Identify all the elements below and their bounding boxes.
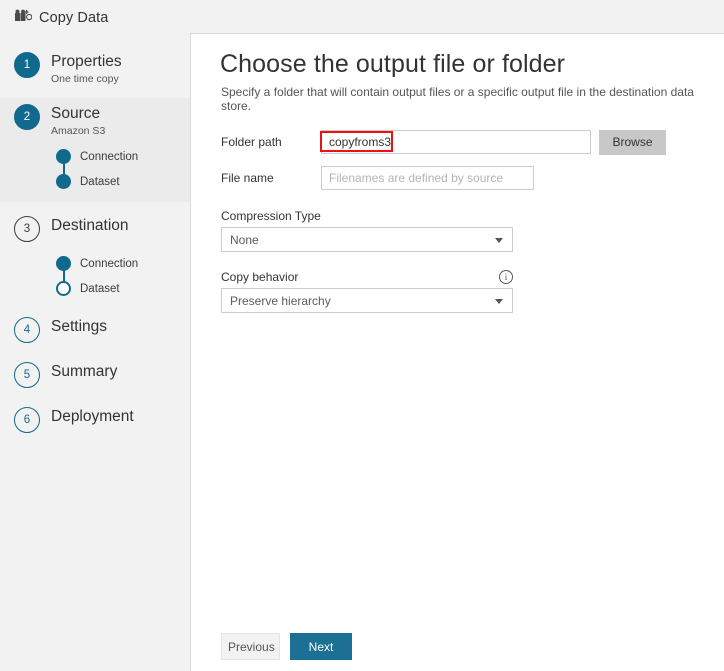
next-button[interactable]: Next: [290, 633, 352, 660]
substep-label: Connection: [80, 258, 138, 270]
substep-dot: [56, 174, 71, 189]
compression-type-label: Compression Type: [221, 209, 321, 223]
browse-button[interactable]: Browse: [599, 130, 666, 155]
substep-label: Dataset: [80, 283, 120, 295]
step-header[interactable]: 4 Settings: [14, 311, 190, 346]
file-name-label: File name: [221, 171, 321, 185]
sidebar-step-settings[interactable]: 4 Settings: [0, 311, 190, 346]
step-header[interactable]: 5 Summary: [14, 356, 190, 391]
compression-type-select[interactable]: None: [221, 227, 513, 252]
step-label: Source: [51, 104, 105, 124]
chevron-down-icon: [495, 238, 503, 243]
sidebar-step-summary[interactable]: 5 Summary: [0, 356, 190, 391]
copy-behavior-label-row: Copy behavior i: [221, 270, 513, 284]
wizard-footer: Previous Next: [221, 633, 352, 660]
substep-label: Connection: [80, 151, 138, 163]
step-label: Settings: [51, 317, 107, 337]
copy-behavior-select[interactable]: Preserve hierarchy: [221, 288, 513, 313]
substep-dot-current: [56, 281, 71, 296]
step-number-badge: 4: [14, 317, 40, 343]
window-title-bar: Copy Data: [14, 7, 108, 29]
step-header[interactable]: 2 Source Amazon S3: [14, 98, 190, 142]
step-label: Deployment: [51, 407, 134, 427]
sidebar-substep-source-connection[interactable]: Connection: [56, 144, 190, 169]
page-subtitle: Specify a folder that will contain outpu…: [221, 85, 724, 113]
compression-type-label-row: Compression Type: [221, 209, 513, 223]
step-number-badge: 6: [14, 407, 40, 433]
copy-data-icon: [14, 9, 32, 27]
previous-button[interactable]: Previous: [221, 633, 280, 660]
step-header[interactable]: 3 Destination: [14, 210, 190, 245]
step-label: Properties: [51, 52, 122, 72]
folder-path-row: Folder path copyfroms3 Browse: [221, 129, 711, 155]
sidebar-step-destination[interactable]: 3 Destination Connection Dataset: [0, 210, 190, 301]
chevron-down-icon: [495, 299, 503, 304]
sidebar-substep-destination-dataset[interactable]: Dataset: [56, 276, 190, 301]
file-name-row: File name Filenames are defined by sourc…: [221, 165, 711, 191]
copy-behavior-value: Preserve hierarchy: [222, 294, 331, 308]
step-header[interactable]: 1 Properties One time copy: [14, 46, 190, 90]
substep-list: Connection Dataset: [14, 251, 190, 301]
step-label: Summary: [51, 362, 117, 382]
step-number-badge: 3: [14, 216, 40, 242]
sidebar-substep-source-dataset[interactable]: Dataset: [56, 169, 190, 194]
main-content-panel: Choose the output file or folder Specify…: [190, 33, 724, 671]
sidebar-step-deployment[interactable]: 6 Deployment: [0, 401, 190, 436]
step-number-badge: 5: [14, 362, 40, 388]
page-title: Choose the output file or folder: [220, 50, 565, 79]
copy-behavior-label: Copy behavior: [221, 270, 298, 284]
folder-path-input[interactable]: copyfroms3: [321, 130, 591, 154]
info-icon[interactable]: i: [499, 270, 513, 284]
sidebar-step-properties[interactable]: 1 Properties One time copy: [0, 46, 190, 90]
step-label: Destination: [51, 216, 129, 236]
window-title-text: Copy Data: [39, 10, 108, 26]
step-number-badge: 1: [14, 52, 40, 78]
step-header[interactable]: 6 Deployment: [14, 401, 190, 436]
wizard-sidebar: 1 Properties One time copy 2 Source Amaz…: [0, 33, 190, 671]
step-sublabel: Amazon S3: [51, 124, 105, 139]
substep-dot: [56, 149, 71, 164]
file-name-input[interactable]: Filenames are defined by source: [321, 166, 534, 190]
substep-label: Dataset: [80, 176, 120, 188]
output-file-form: Folder path copyfroms3 Browse File name …: [221, 129, 711, 327]
substep-list: Connection Dataset: [14, 144, 190, 194]
substep-dot: [56, 256, 71, 271]
compression-type-value: None: [222, 233, 259, 247]
step-sublabel: One time copy: [51, 72, 122, 87]
step-number-badge: 2: [14, 104, 40, 130]
folder-path-label: Folder path: [221, 135, 321, 149]
sidebar-step-source[interactable]: 2 Source Amazon S3 Connection Dataset: [0, 98, 190, 202]
sidebar-substep-destination-connection[interactable]: Connection: [56, 251, 190, 276]
